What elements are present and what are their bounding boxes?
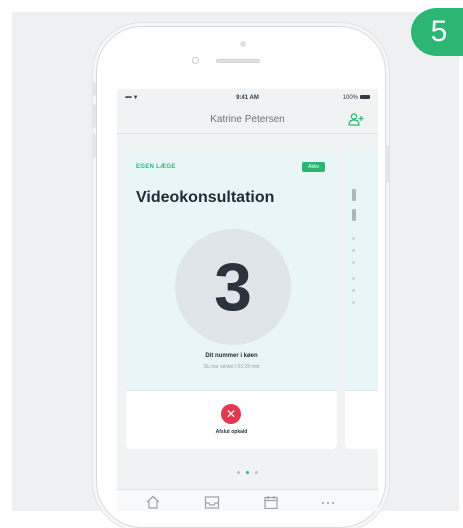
- mute-switch: [92, 82, 96, 96]
- step-badge: 5: [411, 8, 463, 56]
- page-dot[interactable]: [246, 471, 249, 474]
- peek-text-line: [352, 249, 355, 252]
- card-footer: ✕ Afslut opkald: [126, 390, 337, 449]
- end-call-label: Afslut opkald: [215, 429, 248, 435]
- end-call-button[interactable]: ✕: [221, 404, 241, 424]
- peek-text-line: [352, 277, 355, 280]
- status-bar: •••• ▼ 9:41 AM 100%: [117, 89, 378, 107]
- peek-card-footer: [345, 390, 378, 449]
- queue-number: 3: [214, 249, 252, 325]
- peek-text-line: [352, 237, 355, 240]
- home-icon[interactable]: [145, 495, 161, 509]
- card-title: Videokonsultation: [136, 189, 275, 206]
- battery-icon: [360, 95, 370, 100]
- calendar-icon[interactable]: [263, 495, 279, 509]
- person-add-icon[interactable]: [348, 113, 364, 126]
- power-button: [385, 145, 389, 183]
- more-icon[interactable]: [320, 495, 336, 509]
- camera-dot: [240, 41, 246, 47]
- queue-label: Dit nummer i køen: [205, 353, 258, 359]
- page-dot[interactable]: [237, 471, 240, 474]
- inbox-icon[interactable]: [204, 495, 220, 509]
- status-time: 9:41 AM: [236, 95, 259, 101]
- peek-text-line: [352, 189, 356, 201]
- phone-screen: •••• ▼ 9:41 AM 100% Katrine Petersen EGE…: [117, 89, 378, 511]
- peek-text-line: [352, 209, 356, 221]
- page-indicator: [117, 471, 378, 474]
- next-card-peek[interactable]: [345, 149, 378, 449]
- consultation-card[interactable]: EGEN LÆGE Aktiv Videokonsultation 3 Dit …: [126, 149, 337, 449]
- volume-down-button: [92, 134, 96, 158]
- battery-indicator: 100%: [343, 95, 370, 101]
- close-icon: ✕: [225, 407, 237, 421]
- peek-text-line: [352, 261, 355, 264]
- earpiece-speaker: [216, 59, 260, 63]
- peek-text-line: [352, 301, 355, 304]
- battery-percent: 100%: [342, 95, 358, 101]
- front-camera: [192, 57, 199, 64]
- queue-circle: 3: [175, 229, 291, 345]
- page-dot[interactable]: [255, 471, 258, 474]
- patient-name: Katrine Petersen: [210, 114, 285, 125]
- status-badge: Aktiv: [302, 162, 325, 172]
- volume-up-button: [92, 104, 96, 128]
- tab-bar: [117, 489, 378, 511]
- peek-text-line: [352, 289, 355, 292]
- card-category-label: EGEN LÆGE: [136, 164, 176, 170]
- app-header: Katrine Petersen: [117, 107, 378, 134]
- wait-time-text: Du har ventet i 03:28 min: [203, 364, 260, 370]
